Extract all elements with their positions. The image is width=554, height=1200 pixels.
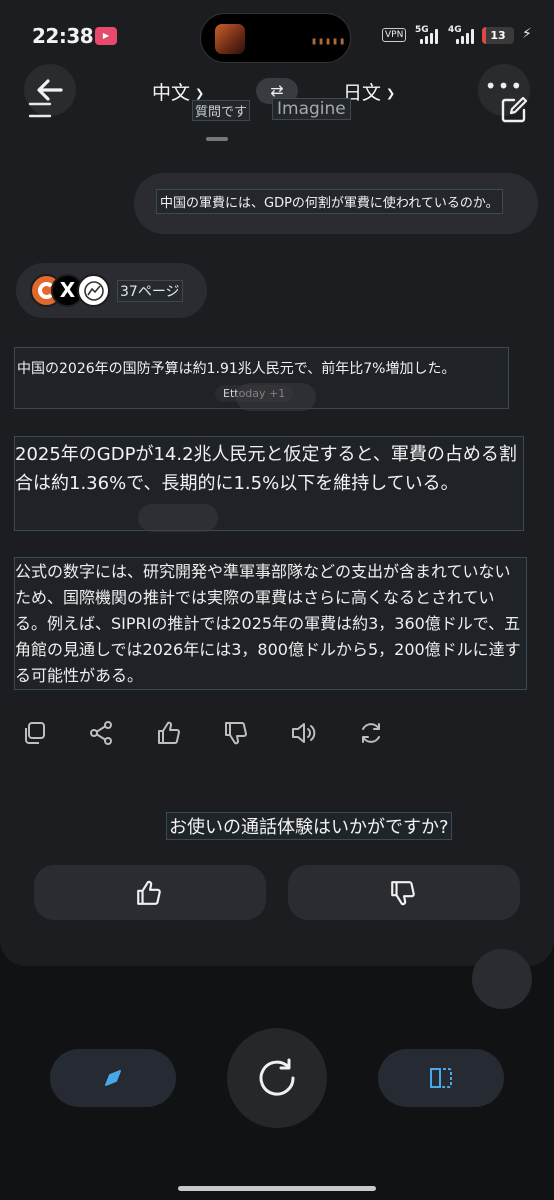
split-view-button[interactable] <box>378 1049 504 1107</box>
restart-button[interactable] <box>227 1028 327 1128</box>
signal-bars-icon-2 <box>456 29 476 44</box>
answer-paragraph-1-text: 中国の2026年の国防予算は約1.91兆人民元で、前年比7%増加した。 <box>17 361 456 377</box>
audio-waveform-icon: ▮▮▮▮▮ <box>311 36 347 47</box>
home-indicator[interactable] <box>178 1186 376 1191</box>
source-shield-logo-icon <box>77 274 110 307</box>
feedback-bad-button[interactable] <box>288 865 520 920</box>
refresh-icon <box>362 723 380 743</box>
app-notification-icon: ▶ <box>95 27 117 45</box>
chevron-down-icon: ❯ <box>195 87 205 100</box>
call-feedback-question: お使いの通話体験はいかがですか? <box>166 812 452 840</box>
ai-assist-button[interactable] <box>50 1049 176 1107</box>
user-message-text: 中国の軍費には、GDPの何割が軍費に使われているのか。 <box>156 189 503 214</box>
menu-lines-icon[interactable] <box>28 100 54 120</box>
speaker-icon <box>292 723 316 743</box>
vpn-indicator: VPN <box>382 28 407 42</box>
feedback-good-button[interactable] <box>34 865 266 920</box>
scroll-to-bottom-button[interactable] <box>472 949 532 1009</box>
source-language-label: 中文 <box>152 82 191 104</box>
now-playing-thumbnail <box>215 24 245 54</box>
blurred-chip <box>236 383 316 411</box>
copy-icon <box>25 722 45 744</box>
target-language-selector[interactable]: 日文 ❯ <box>343 78 395 105</box>
refresh-icon <box>259 1058 295 1096</box>
battery-icon: 13 <box>482 27 514 44</box>
source-subtitle: 質問です <box>192 100 251 121</box>
translation-chat-card: 22:38 ▶ ▮▮▮▮▮ VPN 5G 4G 13 ⚡ 中文 ❯ ⇄ 日文 ❯… <box>0 0 554 1009</box>
share-icon <box>90 721 112 745</box>
status-time: 22:38 <box>32 24 94 48</box>
thumbs-down-icon <box>225 722 247 745</box>
status-bar: 22:38 ▶ ▮▮▮▮▮ VPN 5G 4G 13 ⚡ <box>0 0 554 64</box>
chevron-down-icon: ❯ <box>386 87 396 100</box>
answer-paragraph-3: 公式の数字には、研究開発や準軍事部隊などの支出が含まれていないため、国際機関の推… <box>14 557 527 690</box>
source-pages-count: 37ページ <box>117 280 183 302</box>
edit-icon[interactable] <box>498 94 530 126</box>
app-screen: 22:38 ▶ ▮▮▮▮▮ VPN 5G 4G 13 ⚡ 中文 ❯ ⇄ 日文 ❯… <box>0 0 554 1200</box>
answer-paragraph-2: 2025年のGDPが14.2兆人民元と仮定すると、軍費の占める割合は約1.36%… <box>14 436 524 531</box>
charging-bolt-icon: ⚡ <box>522 26 532 42</box>
battery-level: 13 <box>490 29 506 42</box>
thumbs-up-icon <box>158 721 180 744</box>
dislike-button[interactable] <box>223 720 249 746</box>
thumbs-up-icon <box>137 880 161 905</box>
signal-bars-icon <box>420 29 440 44</box>
thumbs-down-icon <box>391 881 415 906</box>
copy-button[interactable] <box>21 720 47 746</box>
read-aloud-button[interactable] <box>290 720 318 746</box>
sparkle-icon <box>105 1070 121 1086</box>
target-subtitle: Imagine <box>272 98 351 120</box>
split-screen-icon <box>430 1068 452 1088</box>
blurred-chip-2 <box>138 504 218 532</box>
dynamic-island[interactable]: ▮▮▮▮▮ <box>200 13 351 63</box>
share-button[interactable] <box>88 720 114 746</box>
like-button[interactable] <box>156 720 182 746</box>
regenerate-button[interactable] <box>358 720 384 746</box>
sheet-grabber[interactable] <box>206 137 228 141</box>
